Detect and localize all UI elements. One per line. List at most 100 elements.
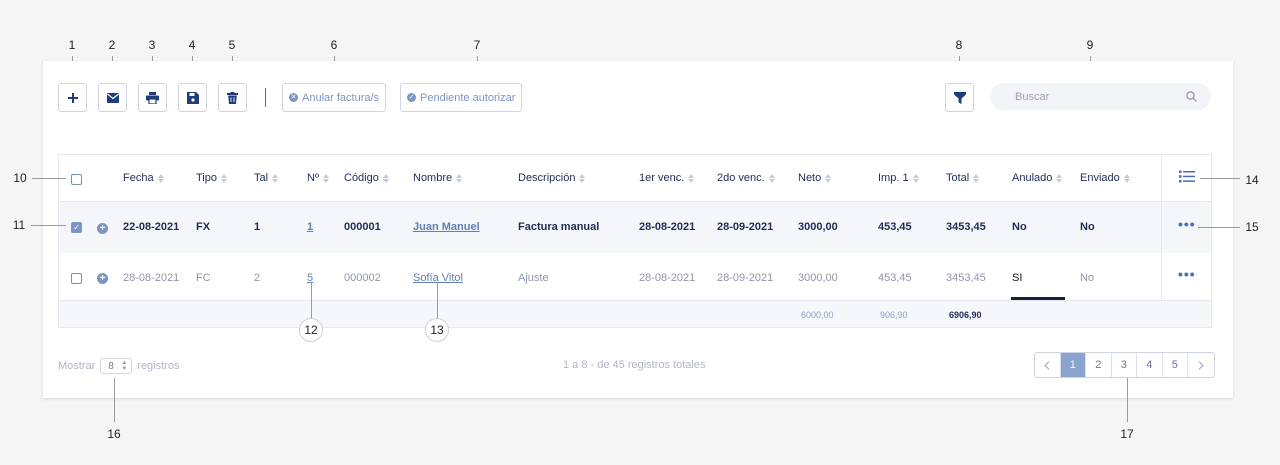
total-total: 6906,90 xyxy=(949,310,982,320)
cell-tal: 1 xyxy=(254,221,261,233)
callout-9: 9 xyxy=(1086,38,1094,52)
cell-total: 3453,45 xyxy=(946,221,986,233)
header-nombre[interactable]: Nombre xyxy=(413,172,463,184)
header-codigo[interactable]: Código xyxy=(344,172,389,184)
callout-11: 11 xyxy=(12,218,26,232)
callout-1: 1 xyxy=(68,38,76,52)
save-button[interactable] xyxy=(178,83,207,112)
toolbar-divider xyxy=(265,88,266,107)
header-anulado[interactable]: Anulado xyxy=(1012,172,1063,184)
expand-row-icon[interactable]: + xyxy=(97,223,108,234)
chevron-left-icon xyxy=(1044,360,1050,370)
print-icon xyxy=(146,91,159,104)
sort-icon xyxy=(688,173,695,183)
callout-line xyxy=(114,378,115,422)
table-row[interactable] xyxy=(59,253,1211,301)
header-fecha[interactable]: Fecha xyxy=(123,172,164,184)
email-button[interactable] xyxy=(98,83,127,112)
callout-10: 10 xyxy=(13,171,27,185)
search-box xyxy=(990,83,1211,110)
sort-icon xyxy=(157,173,164,183)
sort-icon xyxy=(1056,173,1063,183)
cell-focus-indicator xyxy=(1011,297,1065,300)
callout-line xyxy=(1127,378,1128,422)
callout-8: 8 xyxy=(955,38,963,52)
callout-3: 3 xyxy=(148,38,156,52)
row-actions-button[interactable]: ••• xyxy=(1178,216,1196,232)
cell-neto: 3000,00 xyxy=(798,272,838,284)
header-numero[interactable]: Nº xyxy=(307,172,329,184)
records-summary: 1 a 8 - de 45 registros totales xyxy=(563,359,706,371)
callout-4: 4 xyxy=(188,38,196,52)
sort-icon xyxy=(912,173,919,183)
header-total[interactable]: Total xyxy=(946,172,980,184)
cell-fecha: 28-08-2021 xyxy=(123,272,180,284)
delete-button[interactable] xyxy=(218,83,247,112)
callout-5: 5 xyxy=(228,38,236,52)
callout-line xyxy=(311,283,312,319)
trash-icon xyxy=(227,91,238,104)
filter-button[interactable] xyxy=(945,83,974,112)
page-size-control: Mostrar 8 ▲ ▼ registros xyxy=(58,358,179,374)
sort-icon xyxy=(456,173,463,183)
list-icon xyxy=(1179,170,1195,183)
stepper-arrows-icon: ▲ ▼ xyxy=(121,360,128,372)
row-checkbox[interactable] xyxy=(71,273,82,284)
header-neto[interactable]: Neto xyxy=(798,172,832,184)
cell-imp1: 453,45 xyxy=(878,272,912,284)
sort-icon xyxy=(322,173,329,183)
cell-total: 3453,45 xyxy=(946,272,986,284)
next-page-button[interactable] xyxy=(1188,353,1214,377)
page-button-4[interactable]: 4 xyxy=(1137,353,1163,377)
row-actions-button[interactable]: ••• xyxy=(1178,266,1196,282)
cell-1er-venc: 28-08-2021 xyxy=(639,221,696,233)
actions-column-divider xyxy=(1161,155,1162,301)
cell-2do-venc: 28-09-2021 xyxy=(717,221,774,233)
table-row[interactable] xyxy=(59,202,1211,253)
pendiente-label: Pendiente autorizar xyxy=(420,91,516,104)
expand-row-icon[interactable]: + xyxy=(97,273,108,284)
cell-enviado: No xyxy=(1080,221,1095,233)
cell-codigo: 000001 xyxy=(344,221,381,233)
callout-line xyxy=(1200,178,1240,179)
header-imp1[interactable]: Imp. 1 xyxy=(878,172,919,184)
cell-anulado: No xyxy=(1012,221,1027,233)
prev-page-button[interactable] xyxy=(1035,353,1061,377)
cell-enviado: No xyxy=(1080,272,1095,284)
sort-icon xyxy=(272,173,279,183)
anular-facturas-button[interactable]: ✕ Anular factura/s xyxy=(282,83,387,112)
cell-descripcion: Ajuste xyxy=(518,272,549,284)
sort-icon xyxy=(825,173,832,183)
header-2do-venc[interactable]: 2do venc. xyxy=(717,172,775,184)
cell-anulado: SI xyxy=(1012,272,1023,284)
page-button-2[interactable]: 2 xyxy=(1086,353,1112,377)
callout-line xyxy=(437,283,438,319)
search-icon[interactable] xyxy=(1186,91,1197,102)
cell-nombre-link[interactable]: Juan Manuel xyxy=(413,221,480,233)
callout-line xyxy=(32,178,66,179)
save-icon xyxy=(186,91,199,104)
sort-icon xyxy=(973,173,980,183)
add-button[interactable] xyxy=(58,83,87,112)
cell-2do-venc: 28-09-2021 xyxy=(717,272,774,284)
check-circle-icon: ✓ xyxy=(407,93,416,102)
header-tipo[interactable]: Tipo xyxy=(196,172,227,184)
sort-icon xyxy=(1123,173,1130,183)
header-1er-venc[interactable]: 1er venc. xyxy=(639,172,695,184)
cell-numero-link[interactable]: 1 xyxy=(307,221,313,233)
pendiente-autorizar-button[interactable]: ✓ Pendiente autorizar xyxy=(400,83,523,112)
cell-1er-venc: 28-08-2021 xyxy=(639,272,696,284)
page-button-1[interactable]: 1 xyxy=(1060,353,1086,377)
page-button-5[interactable]: 5 xyxy=(1163,353,1188,377)
header-descripcion[interactable]: Descripción xyxy=(518,172,586,184)
header-tal[interactable]: Tal xyxy=(254,172,279,184)
select-all-checkbox[interactable] xyxy=(71,174,82,185)
row-checkbox[interactable]: ✓ xyxy=(71,222,82,233)
sort-icon xyxy=(382,173,389,183)
column-settings-button[interactable] xyxy=(1179,170,1195,188)
page-button-3[interactable]: 3 xyxy=(1112,353,1137,377)
print-button[interactable] xyxy=(138,83,167,112)
page-size-stepper[interactable]: 8 ▲ ▼ xyxy=(100,358,133,374)
header-enviado[interactable]: Enviado xyxy=(1080,172,1130,184)
search-input[interactable] xyxy=(1015,90,1186,103)
